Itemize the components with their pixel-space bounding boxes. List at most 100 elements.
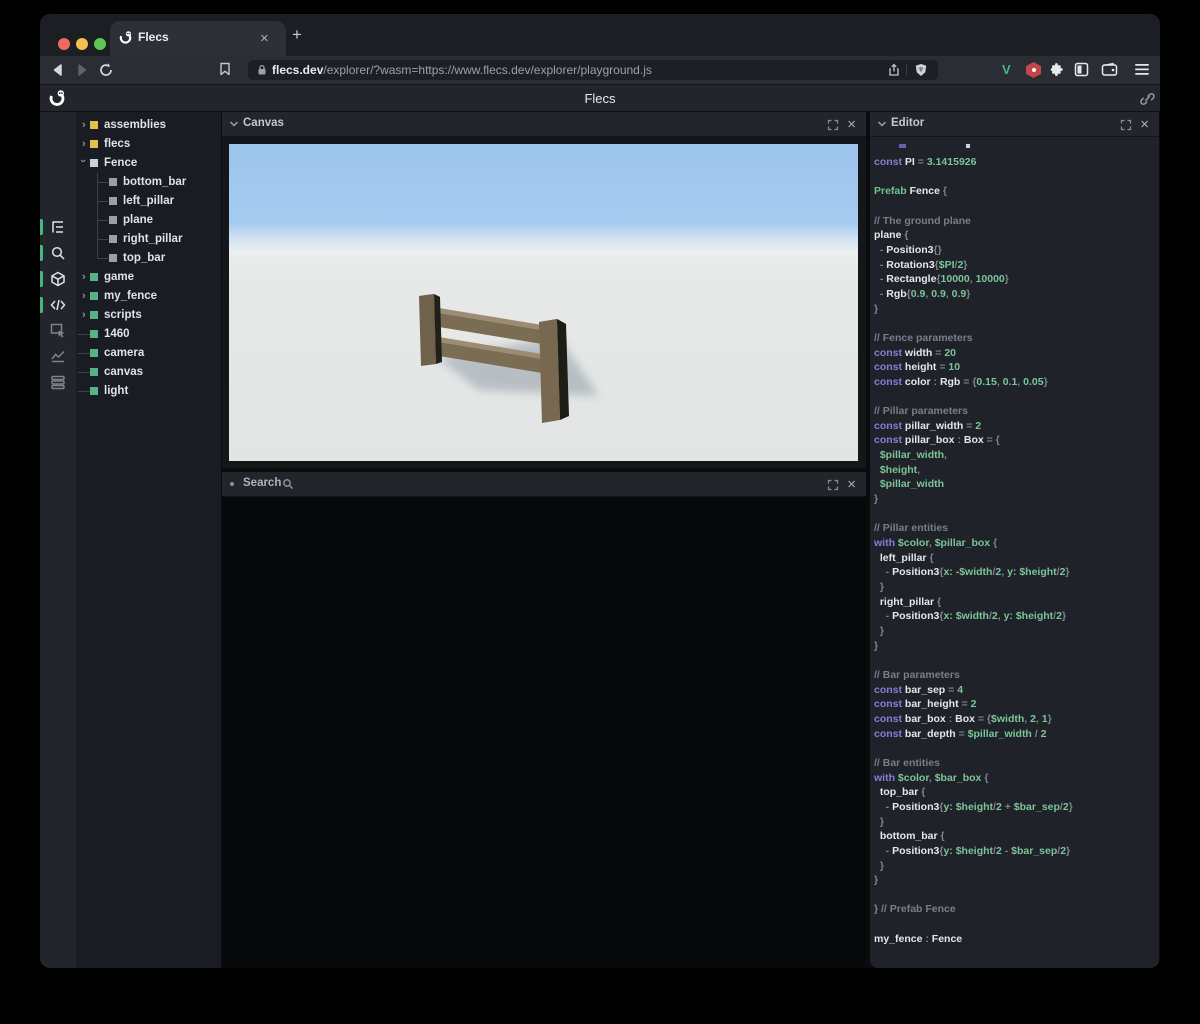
entity-square-icon (90, 140, 98, 148)
brave-shield-icon[interactable] (914, 63, 928, 77)
tree-label: canvas (104, 366, 143, 378)
close-icon[interactable]: × (847, 477, 856, 492)
code-line: const width = 20 (874, 346, 1157, 361)
collapse-arrow-icon[interactable]: › (82, 138, 86, 150)
code-line: - Position3{x: $width/2, y: $height/2} (874, 609, 1157, 624)
new-tab-button[interactable]: + (292, 26, 302, 43)
entity-square-icon (109, 197, 117, 205)
canvas-3d-render[interactable] (229, 144, 858, 461)
tree-row-light[interactable]: light (76, 382, 221, 401)
code-line: const pillar_box : Box = { (874, 433, 1157, 448)
code-line: top_bar { (874, 785, 1157, 800)
collapse-arrow-icon[interactable]: › (82, 290, 86, 302)
menu-icon[interactable] (1135, 63, 1149, 76)
tree-row-plane[interactable]: plane (76, 211, 221, 230)
adblock-hexagon-icon[interactable] (1026, 62, 1041, 78)
code-line: // Bar parameters (874, 668, 1157, 683)
collapse-arrow-icon[interactable]: › (82, 119, 86, 131)
sidebar-icon-script-code[interactable] (50, 297, 66, 313)
tree-row-game[interactable]: ›game (76, 268, 221, 287)
active-tool-indicator (40, 271, 43, 287)
tree-row-assemblies[interactable]: ›assemblies (76, 116, 221, 135)
screen: Flecs × + flecs.dev/explor (0, 0, 1200, 1024)
code-line (874, 390, 1157, 405)
traffic-zoom-button[interactable] (94, 38, 106, 50)
share-icon[interactable] (887, 63, 901, 77)
sidebar-icon-stats-chart[interactable] (50, 348, 66, 364)
expand-icon[interactable] (827, 479, 839, 491)
tree-row-canvas[interactable]: canvas (76, 363, 221, 382)
tree-row-left_pillar[interactable]: left_pillar (76, 192, 221, 211)
tree-connector (97, 258, 108, 259)
flecs-favicon-icon (118, 30, 133, 45)
dot-icon[interactable] (230, 482, 234, 486)
tree-row-1460[interactable]: 1460 (76, 325, 221, 344)
code-line: $pillar_width (874, 477, 1157, 492)
page-title: Flecs (40, 91, 1160, 106)
entity-square-icon (90, 292, 98, 300)
tree-connector (97, 239, 108, 240)
code-line: - Position3{x: -$width/2, y: $height/2} (874, 565, 1157, 580)
code-line (874, 199, 1157, 214)
code-line: const PI = 3.1415926 (874, 155, 1157, 170)
reload-icon[interactable] (98, 62, 114, 78)
code-line: right_pillar { (874, 595, 1157, 610)
back-icon[interactable] (50, 62, 66, 78)
urlbar-divider (906, 64, 907, 76)
forward-icon[interactable] (74, 62, 90, 78)
tree-row-my_fence[interactable]: › my_fence (76, 287, 221, 306)
sidebar-icon-inspector[interactable] (50, 322, 66, 338)
search-panel-body[interactable] (222, 497, 866, 968)
bookmark-icon[interactable] (217, 61, 233, 77)
sidebar-icon-entity-tree[interactable] (50, 219, 66, 235)
code-line: with $color, $bar_box { (874, 771, 1157, 786)
expand-arrow-icon[interactable]: › (77, 159, 89, 163)
chevron-down-icon[interactable] (877, 120, 887, 128)
sidebar-icon-query-list[interactable] (50, 374, 66, 390)
tree-label: right_pillar (123, 233, 182, 245)
address-bar[interactable]: flecs.dev/explorer/?wasm=https://www.fle… (248, 60, 938, 80)
code-line: } (874, 492, 1157, 507)
tree-row-camera[interactable]: camera (76, 344, 221, 363)
expand-icon[interactable] (1120, 119, 1132, 131)
leaf-connector (78, 334, 90, 335)
tree-label: flecs (104, 138, 130, 150)
url-text: flecs.dev/explorer/?wasm=https://www.fle… (272, 63, 652, 77)
entity-square-icon (90, 387, 98, 395)
sidebar-icon-scene-cube[interactable] (50, 271, 66, 287)
tab-close-icon[interactable]: × (260, 31, 269, 46)
code-line: with $color, $pillar_box { (874, 536, 1157, 551)
tree-row-flecs[interactable]: › flecs (76, 135, 221, 154)
chevron-down-icon[interactable] (229, 120, 239, 128)
tree-row-right_pillar[interactable]: right_pillar (76, 230, 221, 249)
wallet-icon[interactable] (1101, 62, 1118, 77)
code-line: // Fence parameters (874, 331, 1157, 346)
extensions-puzzle-icon[interactable] (1050, 61, 1067, 78)
close-icon[interactable]: × (847, 117, 856, 132)
tab-strip: Flecs × + (40, 14, 1160, 56)
link-icon[interactable] (1139, 91, 1155, 107)
close-icon[interactable]: × (1140, 117, 1149, 132)
code-line: - Rgb{0.9, 0.9, 0.9} (874, 287, 1157, 302)
v-extension-icon[interactable]: V (1002, 62, 1011, 77)
expand-icon[interactable] (827, 119, 839, 131)
leaf-connector (78, 372, 90, 373)
traffic-close-button[interactable] (58, 38, 70, 50)
traffic-minimize-button[interactable] (76, 38, 88, 50)
code-editor[interactable]: const PI = 3.1415926Prefab Fence {// The… (870, 137, 1159, 968)
collapse-arrow-icon[interactable]: › (82, 309, 86, 321)
canvas-panel-title: Canvas (243, 117, 284, 129)
tree-row-Fence[interactable]: ›Fence (76, 154, 221, 173)
tree-row-top_bar[interactable]: top_bar (76, 249, 221, 268)
lock-icon (256, 64, 268, 76)
reading-list-icon[interactable] (1074, 62, 1089, 77)
code-line: plane { (874, 228, 1157, 243)
tree-row-scripts[interactable]: ›scripts (76, 306, 221, 325)
active-tool-indicator (40, 219, 43, 235)
browser-tab[interactable]: Flecs × (110, 21, 286, 56)
sidebar-icon-search[interactable] (50, 245, 66, 261)
tree-row-bottom_bar[interactable]: bottom_bar (76, 173, 221, 192)
code-line (874, 507, 1157, 522)
collapse-arrow-icon[interactable]: › (82, 271, 86, 283)
tree-label: my_fence (104, 290, 157, 302)
